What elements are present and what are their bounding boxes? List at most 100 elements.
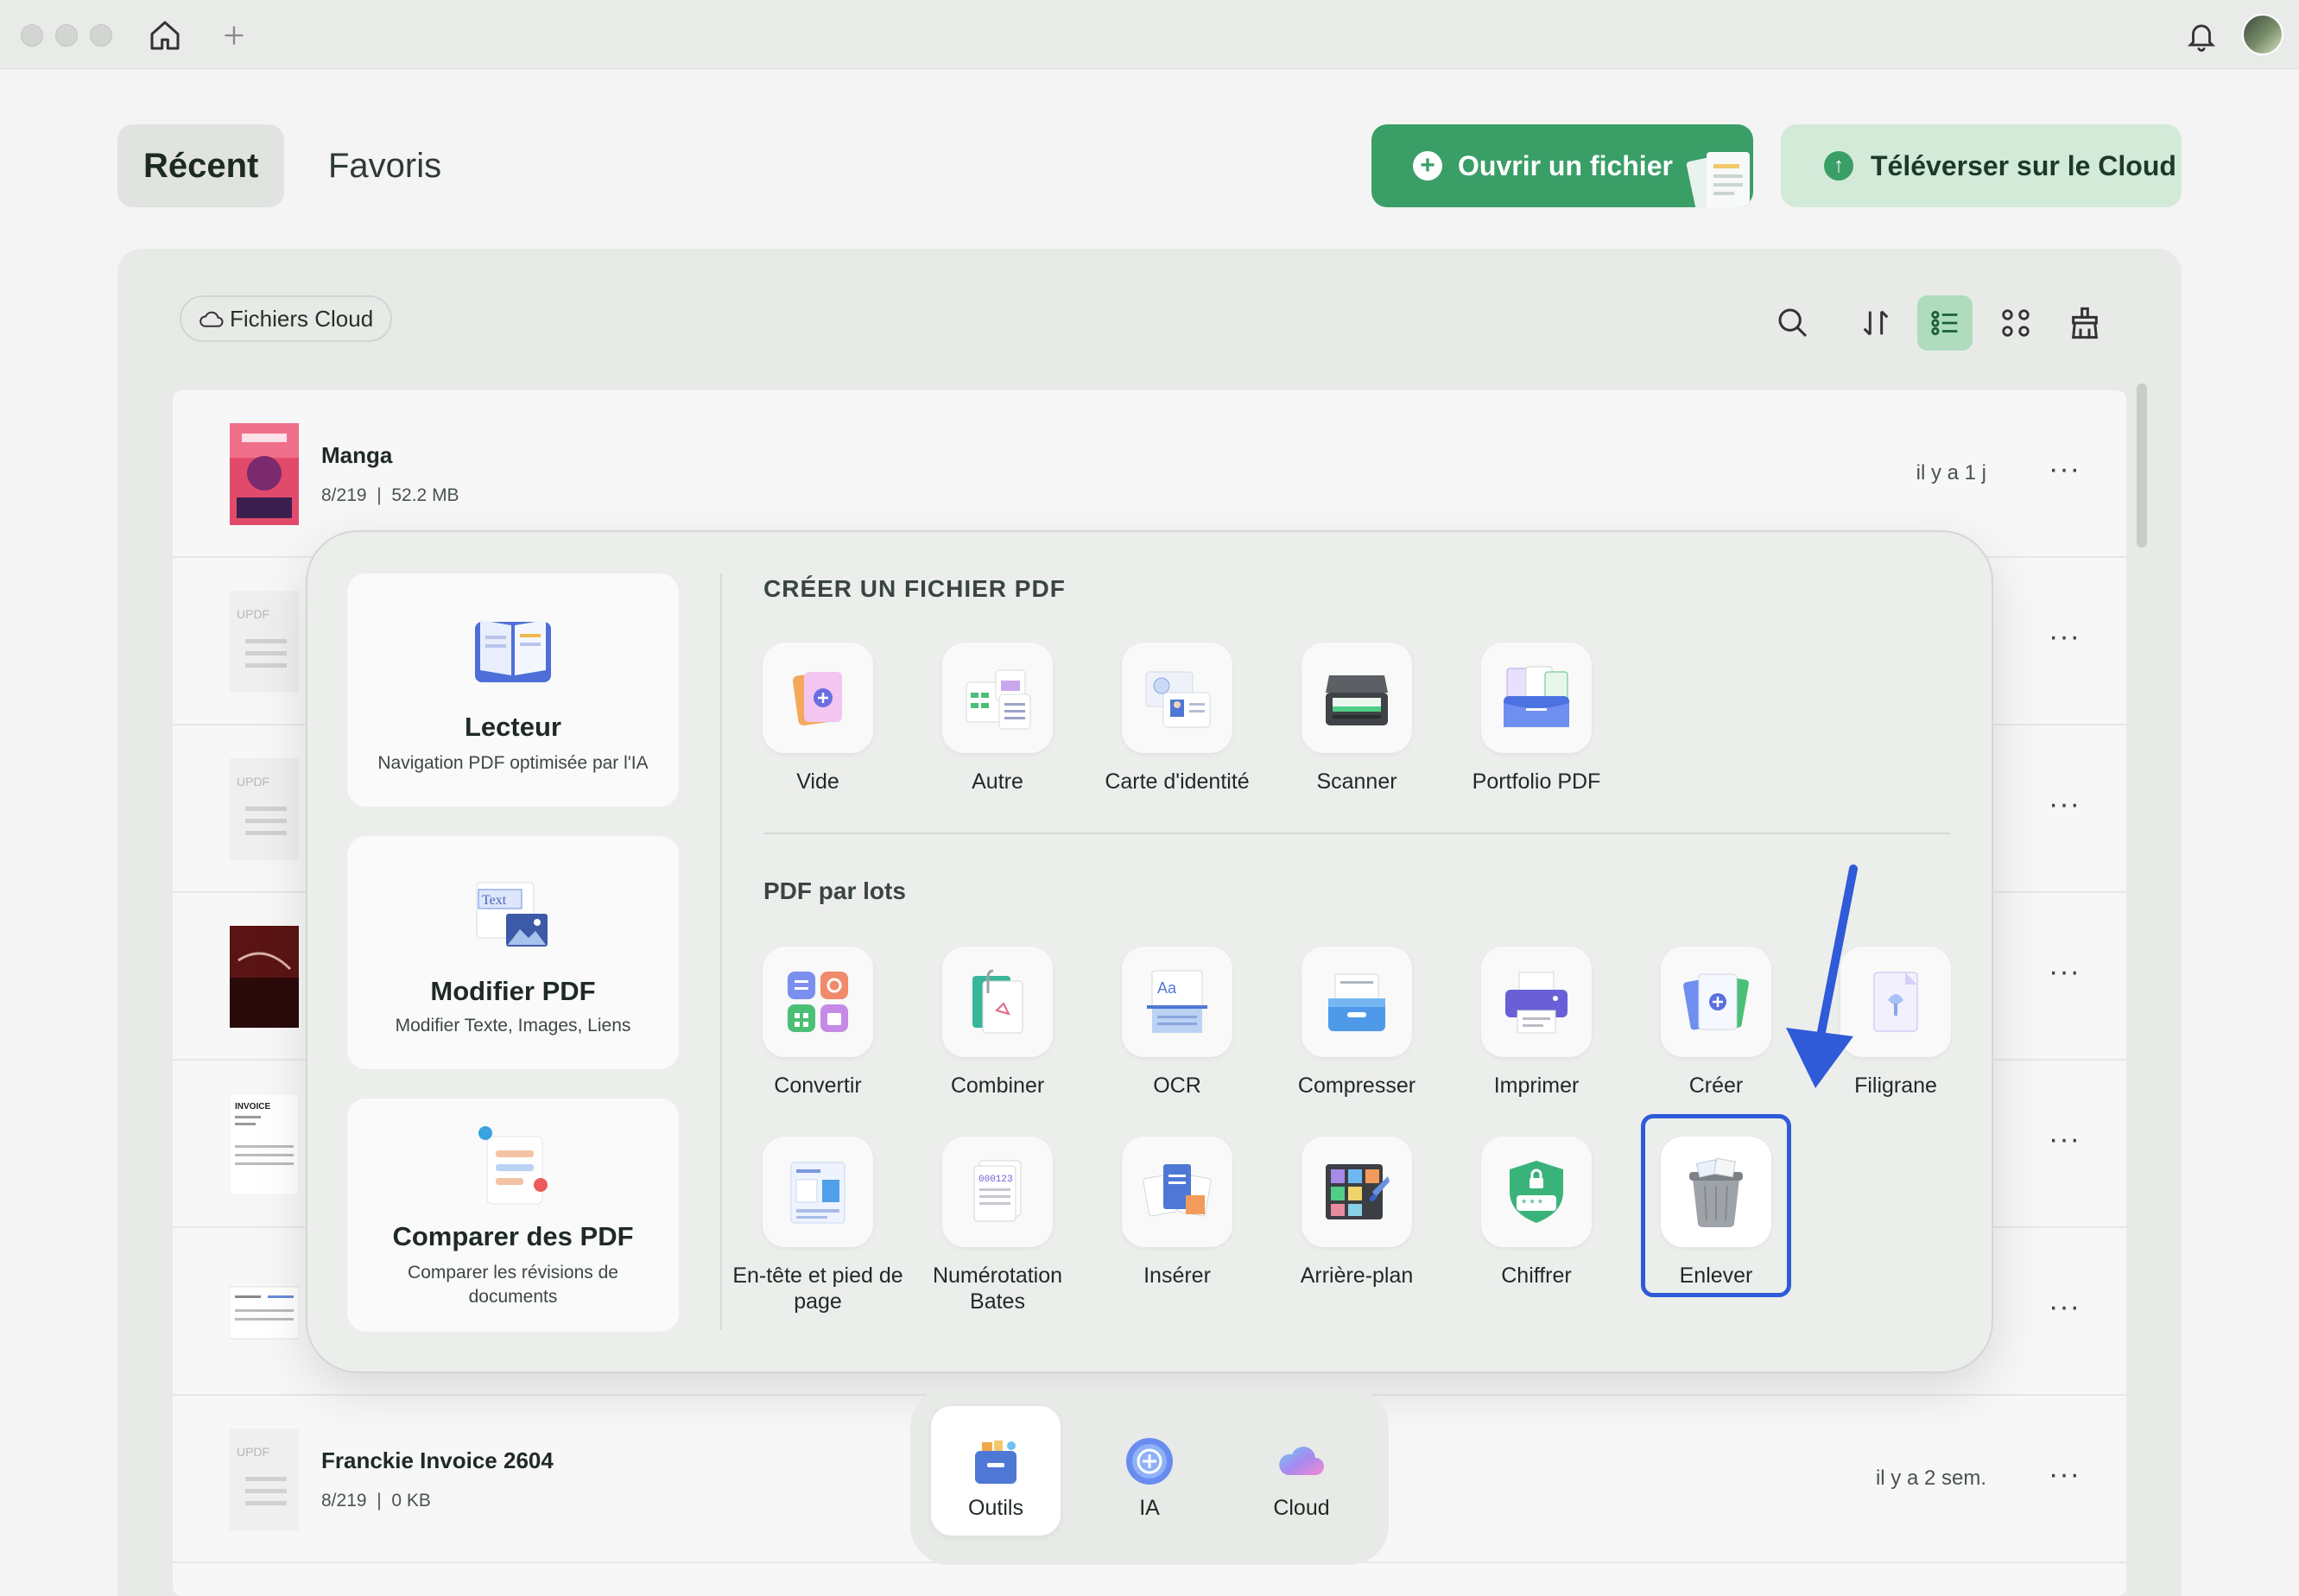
create-id-card-tile[interactable]: Carte d'identité xyxy=(1086,643,1268,795)
more-options-icon[interactable]: ··· xyxy=(2049,1290,2080,1324)
batch-convert-label: Convertir xyxy=(774,1074,862,1098)
plus-icon[interactable] xyxy=(214,16,254,55)
encrypt-shield-icon: * * * xyxy=(1510,1161,1563,1223)
reader-card[interactable]: Lecteur Navigation PDF optimisée par l'I… xyxy=(347,573,679,807)
book-icon xyxy=(475,620,551,682)
file-meta: 8/219 | 0 KB xyxy=(321,1491,431,1510)
zoom-window-button[interactable] xyxy=(90,24,112,47)
file-name: Franckie Invoice 2604 xyxy=(321,1447,554,1473)
batch-encrypt-tile[interactable]: * * * Chiffrer xyxy=(1446,1137,1627,1289)
batch-ocr-tile[interactable]: Aa OCR xyxy=(1086,947,1268,1099)
document-thumbnail xyxy=(230,1286,299,1340)
close-window-button[interactable] xyxy=(21,24,43,47)
batch-insert-tile[interactable]: Insérer xyxy=(1086,1137,1268,1289)
scanner-icon xyxy=(1326,675,1388,725)
edit-pdf-card[interactable]: Text Modifier PDF Modifier Texte, Images… xyxy=(347,836,679,1069)
bell-icon[interactable] xyxy=(2182,16,2221,55)
dock-cloud-label: Cloud xyxy=(1273,1496,1330,1520)
dock-ai-button[interactable]: IA xyxy=(1085,1406,1214,1536)
list-view-icon[interactable] xyxy=(1917,295,1973,351)
sort-icon[interactable] xyxy=(1848,295,1903,351)
ocr-icon: Aa xyxy=(1147,970,1207,1033)
compress-icon xyxy=(1328,973,1385,1031)
svg-text:* * *: * * * xyxy=(1522,1196,1543,1210)
svg-text:Aa: Aa xyxy=(1157,979,1177,997)
id-card-icon xyxy=(1145,671,1211,728)
tab-favorites[interactable]: Favoris xyxy=(302,124,467,207)
create-other-label: Autre xyxy=(972,770,1023,794)
batch-combine-label: Combiner xyxy=(950,1074,1045,1098)
batch-combine-tile[interactable]: Combiner xyxy=(907,947,1088,1099)
title-bar xyxy=(0,0,2299,69)
more-options-icon[interactable]: ··· xyxy=(2049,955,2080,989)
batch-bates-tile[interactable]: 000123 Numérotation Bates xyxy=(907,1137,1088,1314)
edit-pdf-subtitle: Modifier Texte, Images, Liens xyxy=(395,1016,631,1036)
plus-circle-icon: + xyxy=(1413,151,1442,180)
cloud-files-label: Fichiers Cloud xyxy=(230,305,374,332)
portfolio-icon xyxy=(1504,666,1569,727)
more-options-icon[interactable]: ··· xyxy=(2049,1458,2080,1492)
svg-text:UPDF: UPDF xyxy=(237,775,269,788)
cloud-icon xyxy=(1279,1447,1324,1475)
create-scanner-label: Scanner xyxy=(1316,770,1397,794)
search-icon[interactable] xyxy=(1765,295,1821,351)
open-file-button[interactable]: + Ouvrir un fichier xyxy=(1371,124,1753,207)
batch-convert-tile[interactable]: Convertir xyxy=(727,947,909,1099)
vertical-divider xyxy=(720,573,722,1330)
dock-tools-button[interactable]: Outils xyxy=(931,1406,1061,1536)
more-options-icon[interactable]: ··· xyxy=(2049,453,2080,486)
annotation-arrow-icon xyxy=(1786,864,1858,1088)
file-time: il y a 1 j xyxy=(1916,461,1986,484)
upload-arrow-icon: ↑ xyxy=(1824,151,1853,180)
more-options-icon[interactable]: ··· xyxy=(2049,1123,2080,1156)
header-footer-icon xyxy=(790,1162,846,1224)
svg-text:000123: 000123 xyxy=(978,1175,1013,1185)
create-id-card-label: Carte d'identité xyxy=(1105,770,1250,794)
batch-background-label: Arrière-plan xyxy=(1300,1264,1414,1288)
batch-header-footer-tile[interactable]: En-tête et pied de page xyxy=(727,1137,909,1314)
reader-title: Lecteur xyxy=(465,712,561,742)
clean-icon[interactable] xyxy=(2057,295,2112,351)
create-blank-label: Vide xyxy=(796,770,839,794)
scrollbar[interactable] xyxy=(2137,383,2147,548)
ai-orb-icon xyxy=(1126,1438,1173,1485)
dock-cloud-button[interactable]: Cloud xyxy=(1237,1406,1366,1536)
avatar[interactable] xyxy=(2242,14,2283,55)
blank-page-icon xyxy=(792,671,842,726)
cloud-icon xyxy=(200,311,224,327)
batch-compress-label: Compresser xyxy=(1297,1074,1416,1098)
batch-compress-tile[interactable]: Compresser xyxy=(1266,947,1447,1099)
pdf-thumbnail: UPDF xyxy=(230,758,299,860)
create-section-title: CRÉER UN FICHIER PDF xyxy=(763,575,1066,602)
compare-pdf-card[interactable]: Comparer des PDF Comparer les révisions … xyxy=(347,1099,679,1332)
edit-pdf-title: Modifier PDF xyxy=(430,976,596,1006)
create-scanner-tile[interactable]: Scanner xyxy=(1266,643,1447,795)
compare-pdf-title: Comparer des PDF xyxy=(392,1221,634,1251)
create-other-tile[interactable]: Autre xyxy=(907,643,1088,795)
book-thumbnail xyxy=(230,926,299,1028)
batch-background-tile[interactable]: Arrière-plan xyxy=(1266,1137,1447,1289)
svg-text:UPDF: UPDF xyxy=(237,1445,269,1459)
more-options-icon[interactable]: ··· xyxy=(2049,620,2080,654)
other-files-icon xyxy=(966,669,1031,730)
create-portfolio-tile[interactable]: Portfolio PDF xyxy=(1446,643,1627,795)
minimize-window-button[interactable] xyxy=(55,24,78,47)
dock-ai-label: IA xyxy=(1139,1496,1160,1520)
file-name: Manga xyxy=(321,442,393,468)
more-options-icon[interactable]: ··· xyxy=(2049,788,2080,821)
tab-recent[interactable]: Récent xyxy=(117,124,285,207)
file-time: il y a 2 sem. xyxy=(1875,1466,1986,1490)
grid-view-icon[interactable] xyxy=(1988,295,2043,351)
batch-section-title: PDF par lots xyxy=(763,877,906,904)
horizontal-divider xyxy=(763,833,1950,834)
cloud-files-filter[interactable]: Fichiers Cloud xyxy=(180,295,393,342)
batch-print-tile[interactable]: Imprimer xyxy=(1446,947,1627,1099)
svg-text:UPDF: UPDF xyxy=(237,607,269,621)
create-blank-tile[interactable]: Vide xyxy=(727,643,909,795)
home-icon[interactable] xyxy=(145,16,185,55)
convert-icon xyxy=(788,972,848,1032)
upload-cloud-button[interactable]: ↑ Téléverser sur le Cloud xyxy=(1781,124,2182,207)
remove-highlight-box xyxy=(1641,1114,1791,1297)
pdf-thumbnail: UPDF xyxy=(230,1428,299,1530)
batch-bates-label: Numérotation Bates xyxy=(932,1264,1063,1314)
